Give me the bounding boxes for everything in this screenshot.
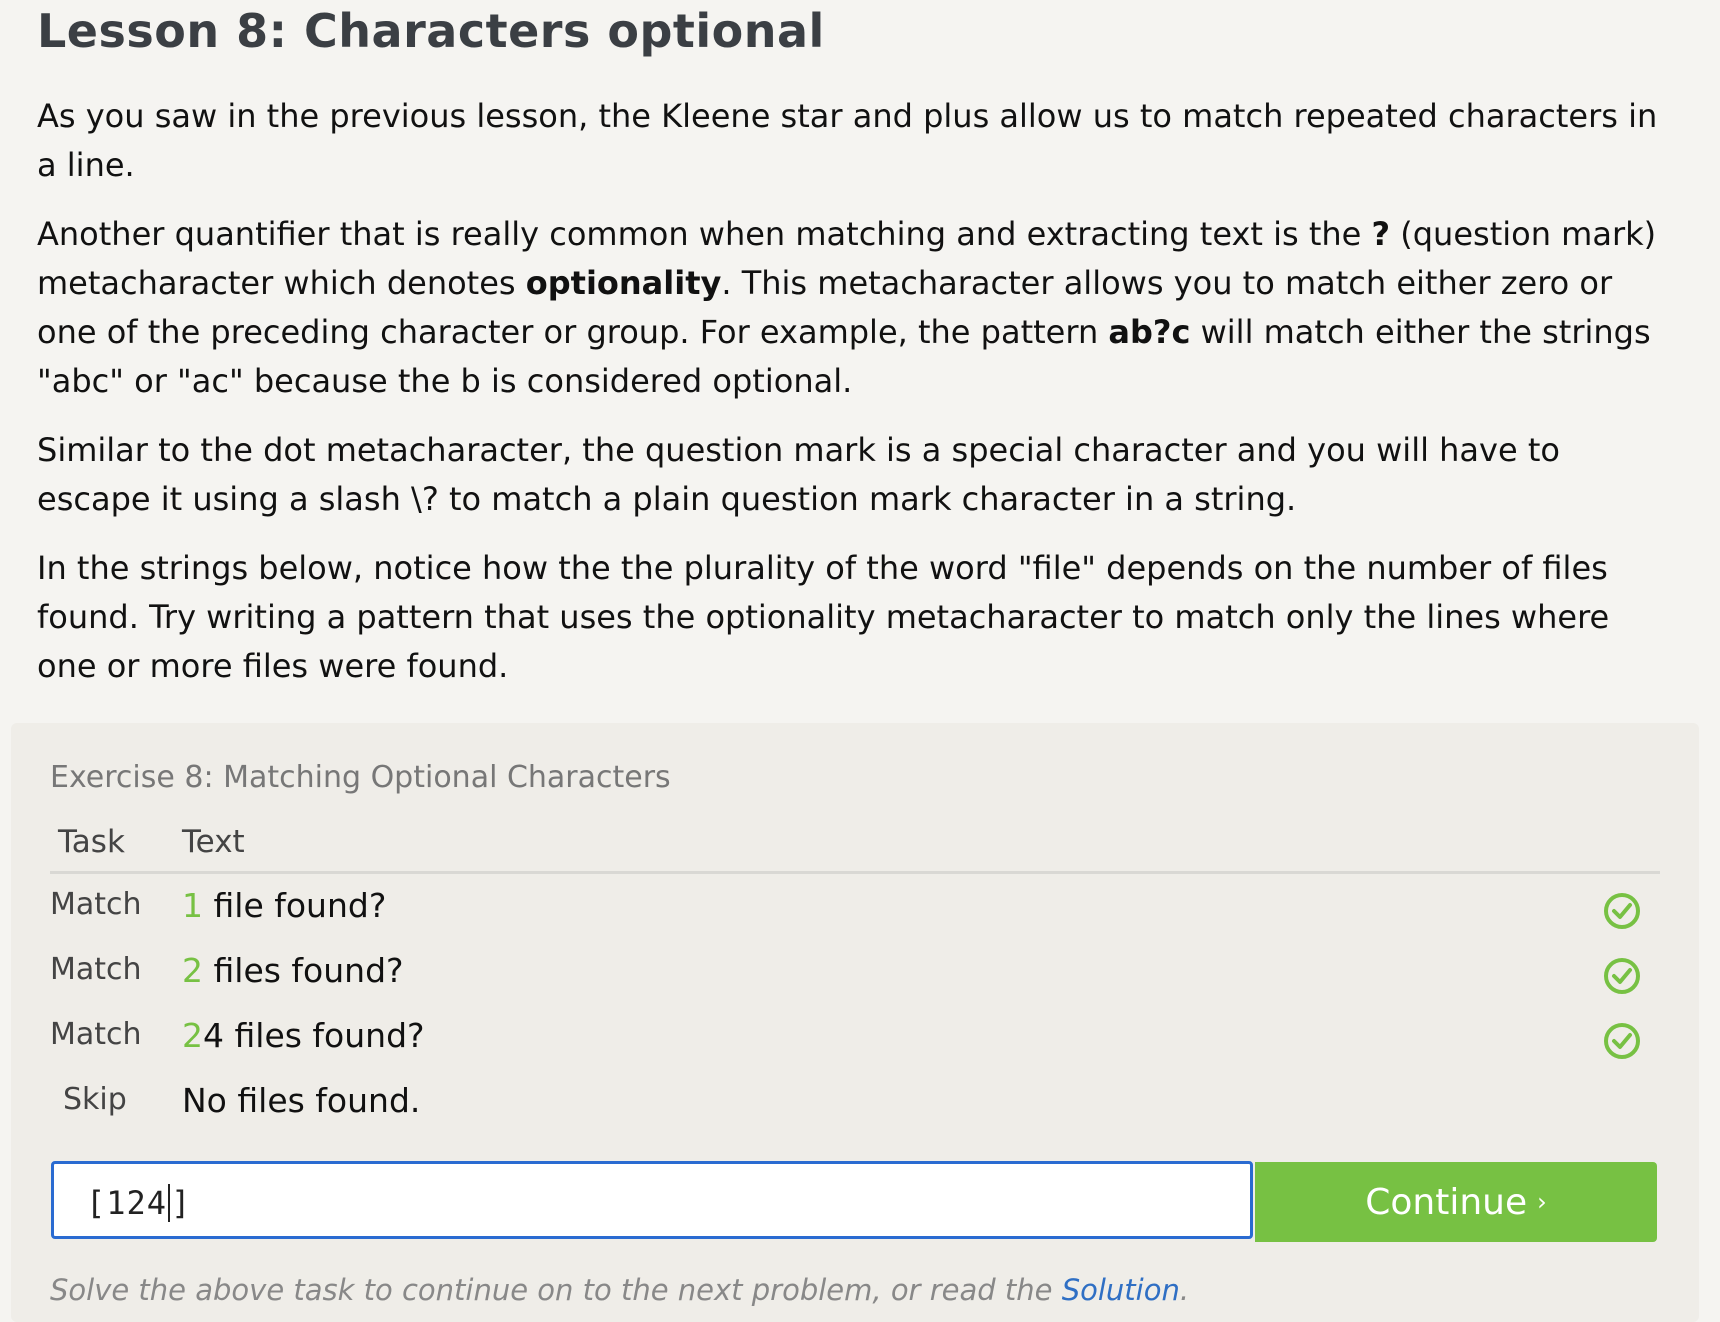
lesson-title: Lesson 8: Characters optional [37, 4, 825, 58]
input-text-after-caret: ] [171, 1184, 192, 1222]
check-circle-icon [1604, 1023, 1640, 1059]
lesson-page: Lesson 8: Characters optional As you saw… [0, 0, 1720, 1322]
exercise-title: Exercise 8: Matching Optional Characters [50, 760, 671, 795]
match-highlight: 1 [182, 886, 203, 925]
chevron-right-icon: › [1537, 1188, 1547, 1216]
row-text: 1 file found? [182, 886, 386, 925]
table-row: Match 1 file found? [11, 886, 1699, 951]
lesson-paragraph-4: In the strings below, notice how the the… [37, 549, 1610, 685]
hint-text-body: Solve the above task to continue on to t… [50, 1273, 1062, 1307]
table-row: Skip No files found. [11, 1081, 1699, 1146]
row-task-label: Match [50, 952, 142, 987]
row-task-label: Skip [63, 1082, 127, 1117]
bold-question-mark: ? [1371, 215, 1391, 253]
hint-text-end: . [1179, 1273, 1190, 1307]
text-caret [168, 1184, 171, 1222]
row-text: No files found. [182, 1081, 420, 1120]
table-divider [50, 871, 1660, 874]
lesson-paragraph-2: Another quantifier that is really common… [37, 210, 1677, 406]
input-text-before-caret: [124 [86, 1184, 168, 1222]
continue-label: Continue [1365, 1182, 1528, 1223]
text-span: Another quantifier that is really common… [37, 215, 1372, 253]
lesson-paragraph-3: Similar to the dot metacharacter, the qu… [37, 431, 1560, 518]
regex-input[interactable]: [124] [51, 1161, 1253, 1239]
bold-pattern-example: ab?c [1108, 313, 1191, 351]
check-circle-icon [1604, 958, 1640, 994]
column-header-text: Text [182, 824, 245, 860]
column-header-task: Task [58, 824, 125, 860]
match-highlight: 2 [182, 1016, 203, 1055]
row-task-label: Match [50, 887, 142, 922]
solution-link[interactable]: Solution [1062, 1273, 1180, 1307]
lesson-paragraph-1: As you saw in the previous lesson, the K… [37, 97, 1658, 184]
hint-text: Solve the above task to continue on to t… [50, 1273, 1189, 1307]
continue-button[interactable]: Continue › [1255, 1162, 1657, 1242]
row-task-label: Match [50, 1017, 142, 1052]
row-text: 2 files found? [182, 951, 404, 990]
row-text-rest: No files found. [182, 1081, 421, 1120]
row-text-rest: files found? [203, 951, 404, 990]
row-text: 24 files found? [182, 1016, 425, 1055]
exercise-panel: Exercise 8: Matching Optional Characters… [11, 723, 1699, 1322]
lesson-body: As you saw in the previous lesson, the K… [37, 92, 1677, 711]
match-highlight: 2 [182, 951, 203, 990]
check-circle-icon [1604, 893, 1640, 929]
regex-input-value[interactable]: [124] [86, 1184, 191, 1222]
row-text-rest: 4 files found? [203, 1016, 425, 1055]
row-text-rest: file found? [203, 886, 387, 925]
table-row: Match 24 files found? [11, 1016, 1699, 1081]
table-row: Match 2 files found? [11, 951, 1699, 1016]
bold-optionality: optionality [525, 264, 722, 302]
